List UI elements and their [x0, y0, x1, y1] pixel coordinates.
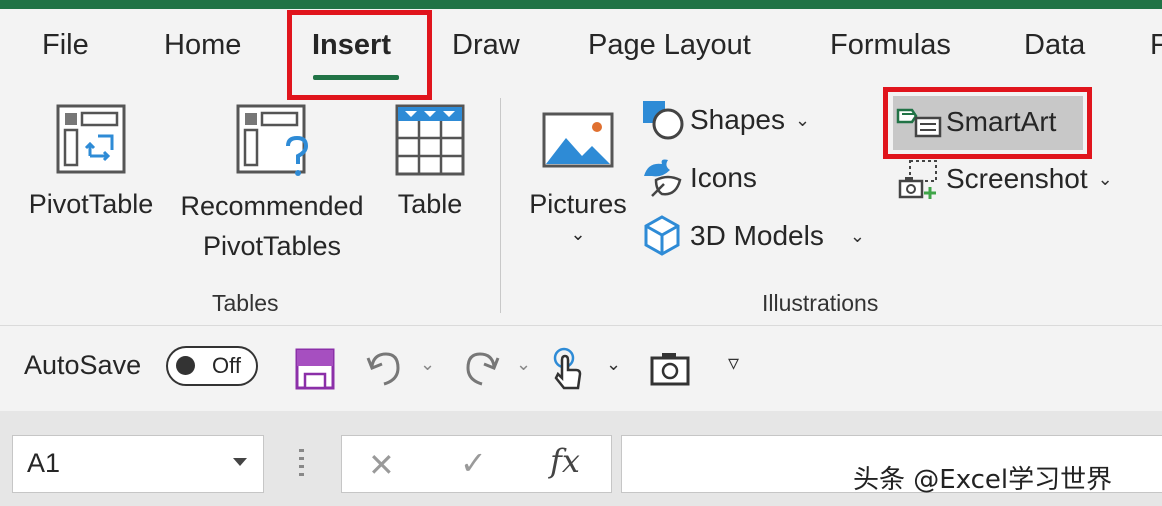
pivottable-label: PivotTable: [28, 189, 154, 219]
touch-chevron-down-icon[interactable]: ⌄: [606, 354, 621, 375]
shapes-label: Shapes: [690, 104, 785, 135]
redo-icon[interactable]: [462, 348, 502, 388]
smartart-highlight: [883, 87, 1092, 159]
name-box-value: A1: [27, 448, 61, 478]
shapes-icon: [640, 98, 686, 142]
shapes-button[interactable]: Shapes ⌄: [640, 98, 810, 142]
tab-draw[interactable]: Draw: [452, 29, 520, 62]
redo-chevron-down-icon[interactable]: ⌄: [516, 354, 531, 375]
autosave-label: AutoSave: [24, 350, 142, 380]
table-button[interactable]: Table: [384, 100, 476, 230]
cancel-icon[interactable]: ✕: [368, 446, 395, 484]
enter-icon[interactable]: ✓: [460, 444, 487, 482]
pivottable-button[interactable]: PivotTable: [20, 100, 162, 230]
screenshot-label: Screenshot: [946, 163, 1088, 194]
tab-file[interactable]: File: [42, 29, 89, 62]
tab-page-layout[interactable]: Page Layout: [588, 29, 751, 62]
name-box[interactable]: A1: [12, 435, 264, 493]
toggle-knob: [176, 356, 195, 375]
pictures-chevron-down-icon: ⌄: [570, 224, 586, 244]
pictures-label: Pictures: [529, 189, 627, 219]
screenshot-chevron-down-icon: ⌄: [1097, 168, 1113, 189]
table-icon: [395, 104, 465, 176]
3d-models-chevron-down-icon: ⌄: [849, 225, 865, 246]
tab-formulas[interactable]: Formulas: [830, 29, 951, 62]
icons-label: Icons: [690, 162, 757, 193]
splitter-handle[interactable]: [299, 449, 304, 479]
formula-buttons: ✕ ✓ fx: [341, 435, 612, 493]
watermark-text: 头条 @Excel学习世界: [853, 465, 1113, 495]
name-box-dropdown-icon[interactable]: [233, 458, 247, 466]
pictures-icon: [542, 112, 614, 168]
toggle-state-label: Off: [212, 353, 241, 378]
quick-access-toolbar: AutoSave Off ⌄ ⌄ ⌄ ▿: [0, 325, 1162, 412]
tab-home[interactable]: Home: [164, 29, 241, 62]
screenshot-button[interactable]: Screenshot ⌄: [896, 157, 1113, 201]
tab-partial[interactable]: F: [1150, 29, 1162, 62]
ribbon-tabs: File Home Insert Draw Page Layout Formul…: [0, 9, 1162, 85]
tables-group-label: Tables: [212, 290, 279, 316]
camera-icon[interactable]: [650, 350, 690, 386]
undo-icon[interactable]: [364, 348, 404, 388]
recommended-label-line1: Recommended: [180, 191, 364, 221]
pivottable-icon: [56, 104, 126, 174]
recommended-pivottables-icon: [236, 104, 309, 176]
shapes-chevron-down-icon: ⌄: [794, 109, 811, 130]
pictures-button[interactable]: Pictures ⌄: [520, 100, 636, 270]
customize-qat-icon[interactable]: ▿: [728, 350, 739, 376]
formula-bar: A1 ✕ ✓ fx 头条 @Excel学习世界: [0, 411, 1162, 506]
title-bar-strip: [0, 0, 1162, 9]
recommended-pivottables-button[interactable]: Recommended PivotTables: [170, 100, 374, 270]
save-icon[interactable]: [295, 348, 335, 390]
table-label: Table: [397, 189, 463, 219]
icons-icon: [640, 156, 686, 200]
insert-function-icon[interactable]: fx: [550, 442, 580, 480]
cube-icon: [640, 214, 686, 258]
group-separator: [500, 98, 501, 313]
insert-tab-highlight: [287, 10, 432, 100]
3d-models-label: 3D Models: [690, 220, 824, 251]
illustrations-group-label: Illustrations: [762, 290, 879, 316]
autosave-toggle[interactable]: Off: [166, 346, 258, 386]
touch-mode-icon[interactable]: [552, 346, 588, 392]
recommended-label-line2: PivotTables: [202, 231, 342, 261]
tab-data[interactable]: Data: [1024, 29, 1085, 62]
3d-models-button[interactable]: 3D Models ⌄: [640, 214, 865, 258]
icons-button[interactable]: Icons: [640, 156, 757, 200]
screenshot-icon: [896, 157, 942, 201]
undo-chevron-down-icon[interactable]: ⌄: [420, 354, 435, 375]
